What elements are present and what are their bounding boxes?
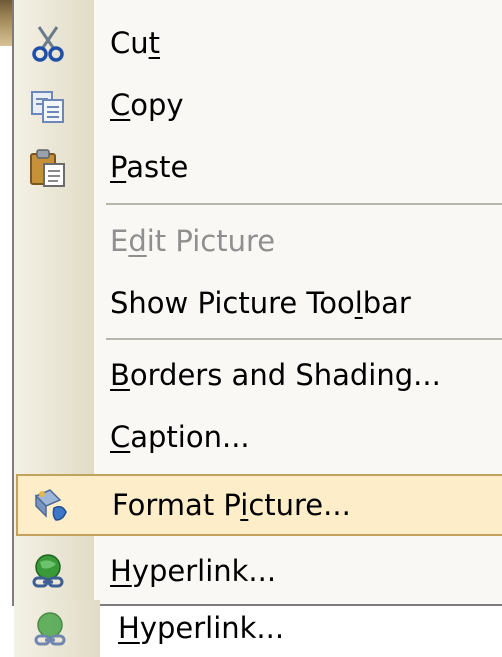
screen: Cut Copy Paste Edit Picture Show Picture… [0, 0, 502, 657]
menu-item-hyperlink[interactable]: Hyperlink... [14, 540, 502, 602]
menu-item-format-picture[interactable]: Format Picture... [16, 474, 502, 536]
format-picture-icon [30, 486, 70, 526]
menu-item-caption[interactable]: Caption... [14, 406, 502, 468]
menu-item-cut[interactable]: Cut [14, 12, 502, 74]
menu-item-copy[interactable]: Copy [14, 74, 502, 136]
menu-item-borders-and-shading[interactable]: Borders and Shading... [14, 344, 502, 406]
context-menu: Cut Copy Paste Edit Picture Show Picture… [12, 0, 502, 606]
menu-item-edit-picture: Edit Picture [110, 224, 276, 258]
menu-item-show-picture-toolbar[interactable]: Show Picture Toolbar [14, 272, 502, 334]
scissors-icon [28, 24, 68, 64]
ghost-menu-item-hyperlink: Hyperlink... [0, 600, 502, 657]
menu-item-paste[interactable]: Paste [14, 136, 502, 198]
menu-separator [106, 203, 502, 205]
paste-icon [28, 148, 68, 188]
hyperlink-icon [30, 610, 70, 650]
hyperlink-icon [28, 552, 68, 592]
copy-icon [28, 86, 68, 126]
menu-separator [106, 338, 502, 340]
